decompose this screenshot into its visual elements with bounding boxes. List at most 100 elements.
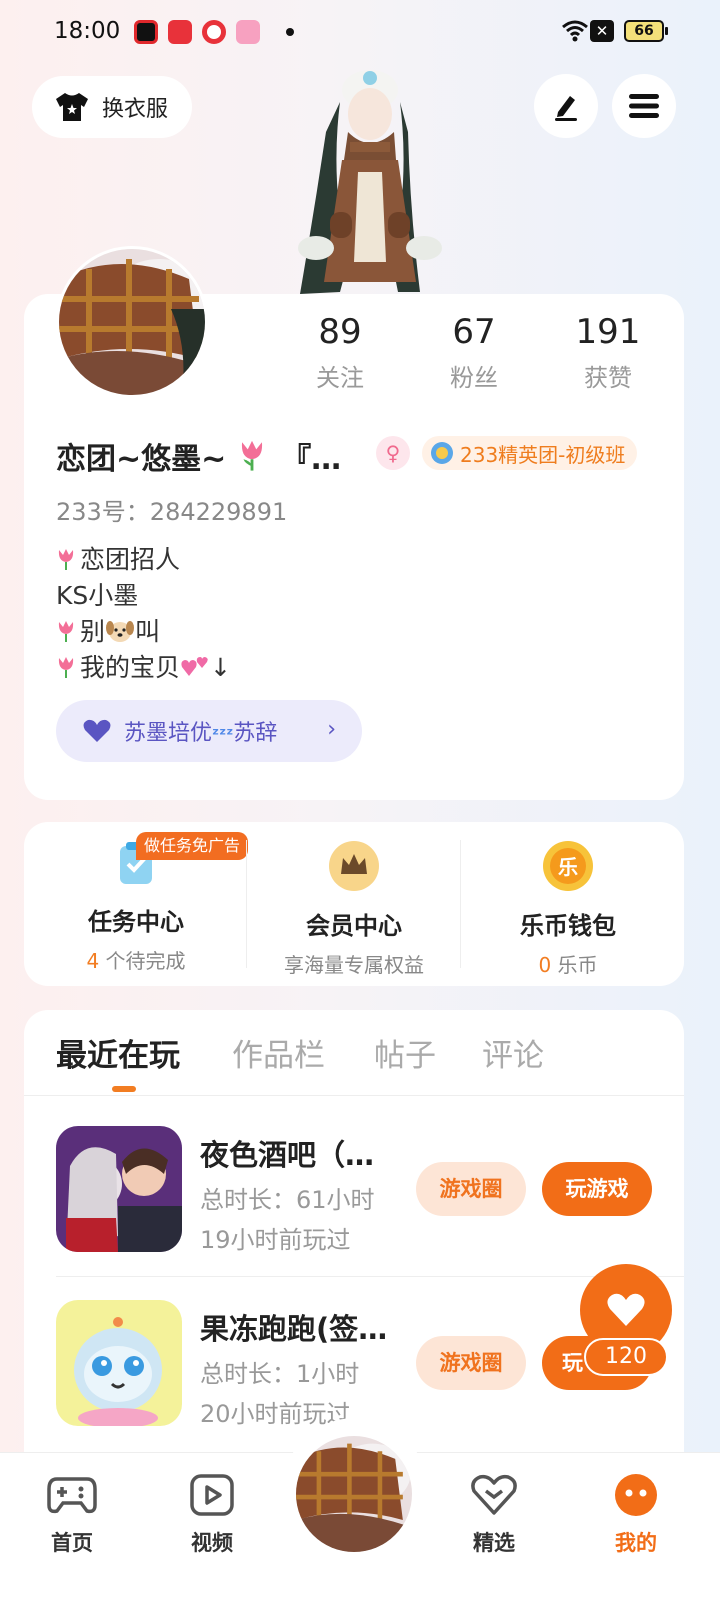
member-center-button[interactable]: 会员中心 享海量专属权益: [248, 840, 460, 978]
tshirt-icon: [56, 93, 88, 121]
bio-text: KS小墨: [56, 581, 139, 610]
stat-followers-count: 67: [452, 312, 496, 352]
stat-followers-label: 粉丝: [450, 364, 498, 392]
app-notification-icon: [236, 20, 260, 44]
status-time: 18:00: [54, 18, 121, 44]
nav-me[interactable]: 我的: [586, 1473, 686, 1557]
nickname-text: 恋团~悠墨~: [56, 442, 227, 477]
divider: [24, 1095, 684, 1096]
stat-likes-label: 获赞: [584, 364, 632, 392]
tier-badge[interactable]: 233精英团-初级班: [422, 436, 638, 470]
guild-label: 苏墨培优ᶻᶻᶻ苏辞: [124, 715, 277, 747]
nav-me-label: 我的: [615, 1531, 657, 1555]
game-circle-button[interactable]: 游戏圈: [416, 1162, 526, 1216]
nav-avatar-button[interactable]: [296, 1436, 412, 1552]
divider: [246, 840, 247, 968]
game-total-time: 总时长：1小时: [200, 1360, 360, 1388]
nav-video-label: 视频: [191, 1531, 233, 1555]
task-center-title: 任务中心: [88, 908, 184, 936]
member-center-sub: 享海量专属权益: [284, 953, 424, 977]
heart-diamond-icon: [471, 1474, 517, 1515]
menu-button[interactable]: [612, 74, 676, 138]
tab-recent-played[interactable]: 最近在玩: [56, 1030, 180, 1075]
gender-female-icon: ♀: [376, 436, 410, 470]
tab-comments[interactable]: 评论: [482, 1030, 544, 1075]
tulip-icon: [58, 621, 74, 642]
stat-likes[interactable]: 191 获赞: [548, 312, 668, 393]
tab-posts[interactable]: 帖子: [374, 1030, 436, 1075]
task-center-sub: 4 个待完成: [30, 945, 242, 974]
guild-button[interactable]: 苏墨培优ᶻᶻᶻ苏辞 ›: [56, 700, 362, 762]
app-notification-icon: [168, 20, 192, 44]
chevron-right-icon: ›: [327, 717, 336, 742]
tab-indicator: [112, 1086, 136, 1092]
tier-gem-icon: [431, 442, 453, 464]
game-icon: [56, 1126, 182, 1252]
change-outfit-button[interactable]: 换衣服: [32, 76, 192, 138]
coin-wallet-sub: 0 乐币: [462, 949, 674, 978]
coin-wallet-button[interactable]: 乐 乐币钱包 0 乐币: [462, 840, 674, 978]
stat-following-count: 89: [318, 312, 362, 352]
battery-icon: 66: [624, 20, 668, 42]
play-game-button[interactable]: 玩游戏: [542, 1162, 652, 1216]
pencil-icon: [555, 96, 577, 121]
video-play-icon: [190, 1474, 234, 1516]
stat-likes-count: 191: [575, 312, 641, 352]
tab-works[interactable]: 作品栏: [232, 1030, 325, 1075]
task-count: 4: [86, 949, 100, 973]
task-ad-free-tag: 做任务免广告: [136, 832, 249, 860]
nav-featured-label: 精选: [473, 1531, 515, 1555]
notification-dot: [286, 28, 294, 36]
bio-line: 我的宝贝 ↓: [56, 648, 231, 684]
bio-text: 我的宝贝: [80, 653, 181, 682]
list-item[interactable]: 夜色酒吧（… 总时长：61小时 19小时前玩过 游戏圈 玩游戏: [24, 1126, 684, 1276]
game-name: 夜色酒吧（…: [200, 1138, 375, 1172]
guild-label-text: 苏墨培优: [124, 721, 213, 746]
bio-line: 别叫: [56, 612, 160, 648]
coin-icon: 乐: [543, 841, 593, 891]
avatar[interactable]: [56, 246, 208, 398]
coin-count: 0: [538, 953, 552, 977]
like-count: 120: [584, 1338, 668, 1376]
nav-featured[interactable]: 精选: [444, 1473, 544, 1557]
coin-wallet-title: 乐币钱包: [520, 912, 616, 940]
sim-off-icon: ✕: [590, 20, 614, 42]
user-id: 233号：284229891: [56, 498, 288, 526]
nickname: 恋团~悠墨~ 『…: [56, 434, 341, 478]
game-name: 果冻跑跑(签…: [200, 1312, 388, 1346]
stat-following[interactable]: 89 关注: [280, 312, 400, 393]
heart-icon: [83, 719, 111, 742]
game-total-time: 总时长：61小时: [200, 1186, 375, 1214]
guild-label-suffix: 苏辞: [233, 721, 278, 746]
task-center-button[interactable]: 任务中心 4 个待完成: [30, 840, 242, 974]
game-icon-image: [56, 1126, 182, 1252]
zzz-icon: ᶻᶻᶻ: [212, 725, 234, 745]
divider: [460, 840, 461, 968]
bio-line: 恋团招人: [56, 540, 180, 576]
face-icon: [615, 1474, 657, 1516]
gamepad-icon: [47, 1477, 97, 1514]
game-last-played: 19小时前玩过: [200, 1226, 351, 1254]
bio-text: 叫: [135, 617, 161, 646]
bio-text: 恋团招人: [80, 545, 181, 574]
avatar-character-image[interactable]: [270, 62, 450, 302]
divider: [56, 1276, 684, 1277]
bio-line: KS小墨: [56, 576, 138, 612]
tier-badge-label: 233精英团-初级班: [460, 442, 626, 467]
nav-video[interactable]: 视频: [162, 1473, 262, 1557]
bio-text: 别: [80, 617, 106, 646]
game-circle-button[interactable]: 游戏圈: [416, 1336, 526, 1390]
edit-profile-button[interactable]: [534, 74, 598, 138]
status-bar: 18:00 ✕ 66: [0, 0, 720, 64]
services-card: 任务中心 4 个待完成 做任务免广告 会员中心 享海量专属权益 乐 乐币钱包 0…: [24, 822, 684, 986]
stat-followers[interactable]: 67 粉丝: [414, 312, 534, 393]
app-notification-icon: [134, 20, 158, 44]
app-notification-icon: [202, 20, 226, 44]
nickname-suffix: 『…: [281, 442, 342, 477]
coin-glyph: 乐: [558, 855, 578, 879]
avatar-image: [59, 249, 205, 395]
menu-icon: [629, 94, 659, 118]
change-outfit-label: 换衣服: [102, 97, 169, 122]
task-sub-text: 个待完成: [105, 949, 186, 973]
nav-home[interactable]: 首页: [22, 1473, 122, 1557]
